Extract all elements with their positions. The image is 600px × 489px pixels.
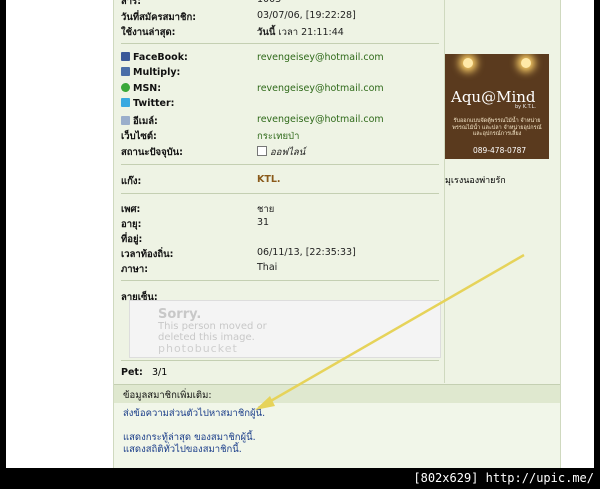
lamp-decoration bbox=[463, 58, 473, 68]
divider bbox=[121, 43, 439, 44]
email-label: อีเมล์: bbox=[133, 116, 158, 127]
profile-details-column: ส้าร: 1003 วันที่สมัครสมาชิก: 03/07/06, … bbox=[114, 0, 445, 383]
pet-value: 3/1 bbox=[152, 367, 168, 378]
avatar-caption: มุเรงนองพ่ายรัก bbox=[445, 176, 506, 186]
twitter-icon bbox=[121, 98, 130, 107]
language-label: ภาษา: bbox=[121, 264, 148, 275]
local-time-label: เวลาท้องถิ่น: bbox=[121, 249, 174, 260]
send-pm-link[interactable]: ส่งข้อความส่วนตัวไปหาสมาชิกผู้นี้. bbox=[123, 406, 265, 421]
website-label: เว็บไซต์: bbox=[121, 131, 157, 142]
joined-label: วันที่สมัครสมาชิก: bbox=[121, 12, 197, 23]
photobucket-logo: photobucket bbox=[158, 342, 238, 355]
member-stats-link[interactable]: แสดงสถิติทั่วไปของสมาชิกนี้. bbox=[123, 442, 242, 457]
age-label: อายุ: bbox=[121, 219, 142, 230]
facebook-value[interactable]: revengeisey@hotmail.com bbox=[257, 52, 384, 63]
divider bbox=[121, 193, 439, 194]
pet-label: Pet: bbox=[121, 367, 143, 378]
banner-tagline: รับออกแบบจัดตู้พรรณไม้น้ำ จำหน่าย พรรณไม… bbox=[452, 118, 542, 137]
msn-label: MSN: bbox=[133, 83, 162, 94]
contact-msn: MSN: bbox=[121, 83, 161, 94]
contact-multiply: Multiply: bbox=[121, 67, 180, 78]
banner-byline: by K.T.L. bbox=[515, 104, 537, 110]
last-active-day: วันนี้ bbox=[257, 27, 276, 38]
last-active-label: ใช้งานล่าสุด: bbox=[121, 27, 176, 38]
multiply-icon bbox=[121, 67, 130, 76]
extra-info-title: ข้อมูลสมาชิกเพิ่มเติม: bbox=[123, 390, 212, 401]
language-value: Thai bbox=[257, 262, 278, 273]
top-cut-label: ส้าร: bbox=[121, 0, 142, 7]
email-value[interactable]: revengeisey@hotmail.com bbox=[257, 114, 384, 125]
contact-email: อีเมล์: bbox=[121, 114, 158, 129]
last-active-time: เวลา 21:11:44 bbox=[278, 27, 344, 38]
facebook-label: FaceBook: bbox=[133, 52, 188, 63]
gang-label: แก๊ง: bbox=[121, 176, 142, 187]
divider bbox=[121, 360, 439, 361]
status-label: สถานะปัจจุบัน: bbox=[121, 147, 183, 158]
status-value: ออฟไลน์ bbox=[257, 145, 305, 160]
watermark-bar: [802x629] http://upic.me/ bbox=[0, 468, 600, 489]
divider bbox=[121, 280, 439, 281]
offline-status-icon bbox=[257, 146, 267, 156]
banner-phone: 089-478-0787 bbox=[473, 146, 527, 155]
aquamind-banner-image[interactable]: Aqu@Mind by K.T.L. รับออกแบบจัดตู้พรรณไม… bbox=[445, 54, 549, 159]
signature-sorry-text: Sorry. bbox=[158, 307, 202, 322]
gender-label: เพศ: bbox=[121, 204, 141, 215]
member-profile-panel: ส้าร: 1003 วันที่สมัครสมาชิก: 03/07/06, … bbox=[113, 0, 561, 468]
address-label: ที่อยู่: bbox=[121, 234, 143, 245]
facebook-icon bbox=[121, 52, 130, 61]
signature-moved-text: This person moved or deleted this image. bbox=[158, 321, 267, 343]
top-cut-value: 1003 bbox=[257, 0, 281, 5]
multiply-label: Multiply: bbox=[133, 67, 181, 78]
last-active-value: วันนี้ เวลา 21:11:44 bbox=[257, 25, 344, 40]
extra-info-body: ส่งข้อความส่วนตัวไปหาสมาชิกผู้นี้. แสดงก… bbox=[114, 403, 560, 468]
signature-image: Sorry. This person moved or deleted this … bbox=[129, 300, 441, 358]
gang-value[interactable]: KTL. bbox=[257, 174, 281, 185]
extra-info-header: ข้อมูลสมาชิกเพิ่มเติม: bbox=[114, 384, 560, 403]
status-text: ออฟไลน์ bbox=[270, 147, 306, 158]
contact-facebook: FaceBook: bbox=[121, 52, 188, 63]
msn-value[interactable]: revengeisey@hotmail.com bbox=[257, 83, 384, 94]
email-icon bbox=[121, 116, 130, 125]
age-value: 31 bbox=[257, 217, 270, 228]
contact-twitter: Twitter: bbox=[121, 98, 174, 109]
website-link[interactable]: กระเทยป่า bbox=[257, 129, 299, 144]
local-time-value: 06/11/13, [22:35:33] bbox=[257, 247, 356, 258]
gender-value: ชาย bbox=[257, 204, 275, 215]
lamp-decoration bbox=[521, 58, 531, 68]
msn-icon bbox=[121, 83, 130, 92]
divider bbox=[121, 164, 439, 165]
upic-watermark: [802x629] http://upic.me/ bbox=[413, 471, 594, 485]
twitter-label: Twitter: bbox=[133, 98, 175, 109]
joined-value: 03/07/06, [19:22:28] bbox=[257, 10, 356, 21]
screenshot-frame: ส้าร: 1003 วันที่สมัครสมาชิก: 03/07/06, … bbox=[6, 0, 594, 468]
signature-line2: This person moved or bbox=[158, 321, 267, 332]
